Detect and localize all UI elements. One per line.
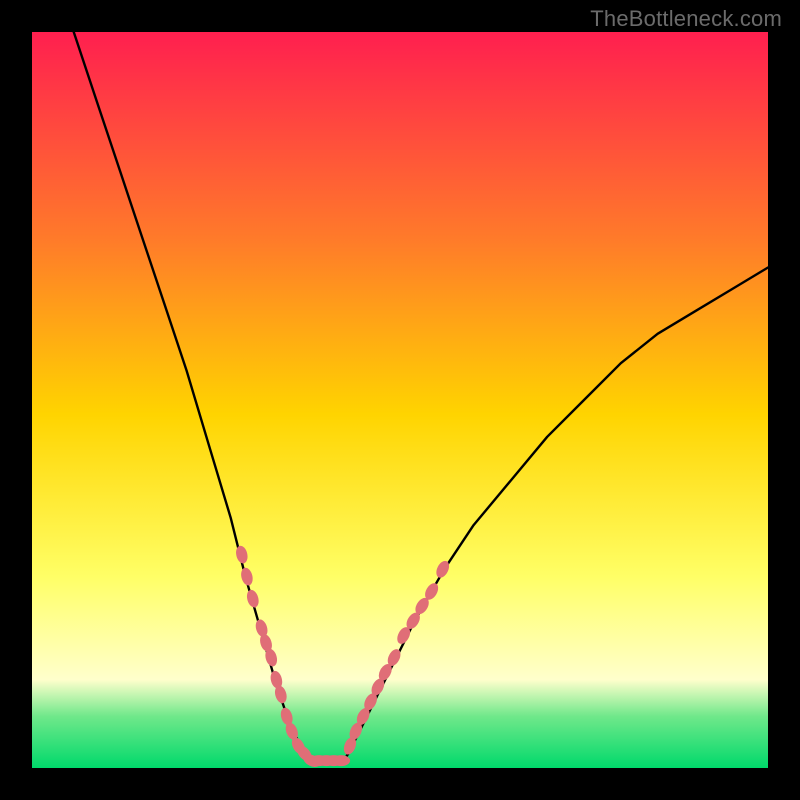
chart-frame: TheBottleneck.com: [0, 0, 800, 800]
plot-area: [32, 32, 768, 768]
chart-svg: [32, 32, 768, 768]
watermark-text: TheBottleneck.com: [590, 6, 782, 32]
marker-dot: [332, 755, 350, 766]
gradient-background: [32, 32, 768, 768]
